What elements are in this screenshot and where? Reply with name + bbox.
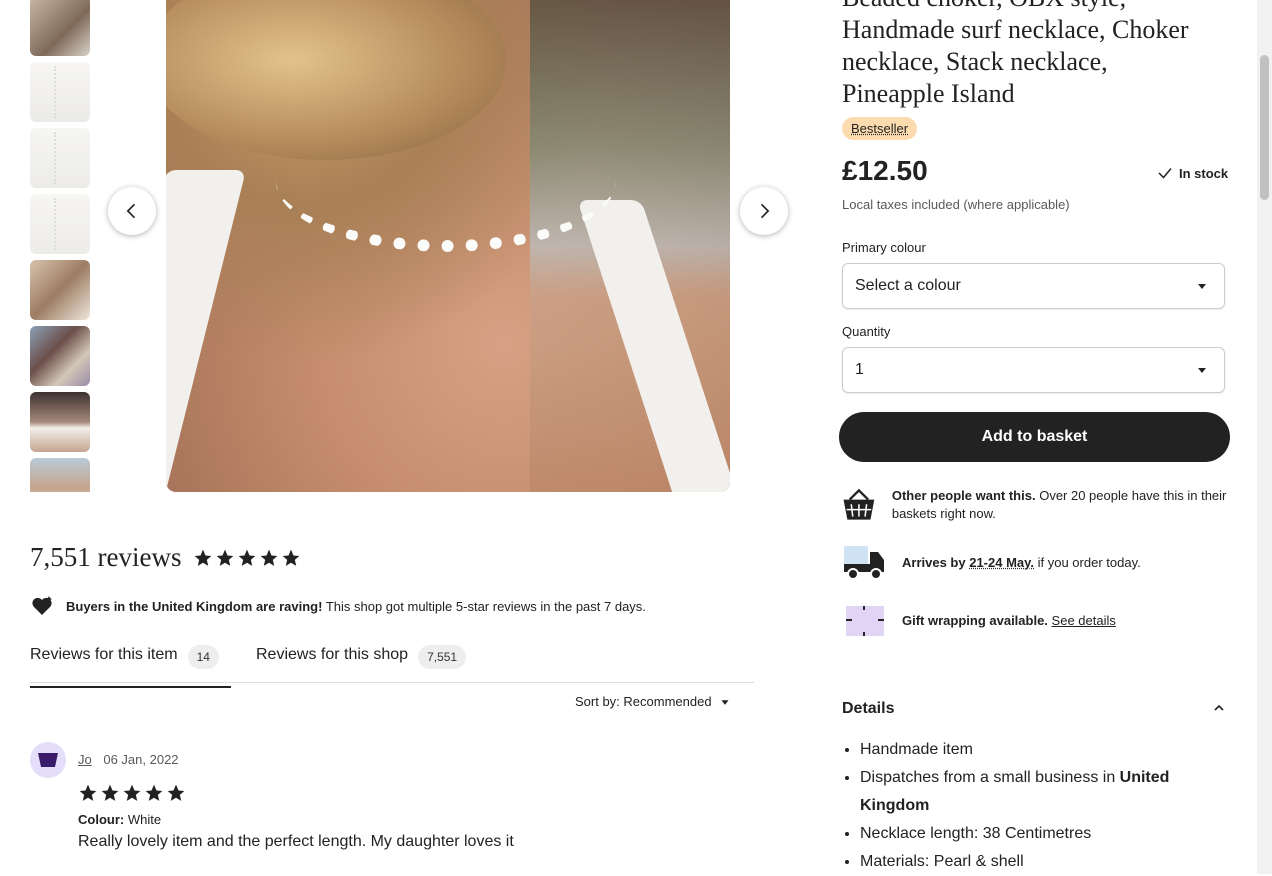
truck-icon <box>844 546 884 580</box>
price: £12.50 <box>842 155 928 186</box>
review-text: Really lovely item and the perfect lengt… <box>78 833 514 850</box>
reviews-count-title: 7,551 reviews <box>30 542 182 572</box>
star-icon <box>195 549 212 566</box>
details-list: Handmade item Dispatches from a small bu… <box>842 736 1240 876</box>
arrives-bold: Arrives by <box>902 555 966 570</box>
thumbnail-1[interactable] <box>30 0 90 56</box>
colour-select[interactable]: Select a colour <box>842 263 1225 309</box>
raving-text: This shop got multiple 5-star reviews in… <box>325 598 646 614</box>
quantity-select-value: 1 <box>855 361 864 378</box>
review-rating-stars <box>78 783 186 803</box>
star-icon <box>101 784 119 801</box>
review-colour-label: Colour: <box>78 812 125 827</box>
colour-label: Primary colour <box>842 240 926 255</box>
chevron-up-icon <box>1214 704 1224 711</box>
gift-info: Gift wrapping available. See details <box>842 604 1232 638</box>
stock-text: In stock <box>1179 165 1229 181</box>
review-colour-value: White <box>127 812 162 827</box>
arrives-text: if you order today. <box>1034 555 1141 570</box>
details-item: Materials: Pearl & shell <box>860 848 1240 876</box>
tab-label: Reviews for this item <box>30 646 178 663</box>
title-line: Handmade surf necklace, Choker <box>842 15 1189 44</box>
thumbnail-8[interactable] <box>30 458 90 492</box>
gift-details-link[interactable]: See details <box>1052 613 1116 628</box>
page-scrollbar[interactable] <box>1257 0 1272 874</box>
star-icon <box>145 784 163 801</box>
quantity-select[interactable]: 1 <box>842 347 1225 393</box>
overall-rating-stars <box>193 548 301 568</box>
details-item-text: Dispatches from a small business in <box>860 769 1120 786</box>
product-main-image <box>166 0 730 492</box>
review-meta: Jo 06 Jan, 2022 <box>78 752 179 767</box>
chevron-left-icon <box>126 203 136 219</box>
quantity-label: Quantity <box>842 324 891 339</box>
avatar[interactable] <box>30 742 66 778</box>
scrollbar-thumb[interactable] <box>1260 55 1269 200</box>
star-icon <box>79 784 97 801</box>
details-item: Dispatches from a small business in Unit… <box>860 764 1240 820</box>
add-to-basket-button[interactable]: Add to basket <box>839 412 1230 462</box>
heart-icon <box>32 596 52 615</box>
chevron-right-icon <box>760 203 770 219</box>
title-line: Pineapple Island <box>842 79 1015 108</box>
details-item: Handmade item <box>860 736 1240 764</box>
thumbnail-4[interactable] <box>30 194 90 254</box>
thumbnail-3[interactable] <box>30 128 90 188</box>
demand-bold: Other people want this. <box>891 488 1036 503</box>
thumbnail-6[interactable] <box>30 326 90 386</box>
basket-icon <box>843 488 875 520</box>
demand-info: Other people want this. Over 20 people h… <box>842 484 1232 526</box>
details-item: Necklace length: 38 Centimetres <box>860 820 1240 848</box>
star-icon <box>217 549 234 566</box>
star-icon <box>239 549 256 566</box>
details-toggle[interactable]: Details <box>842 700 1227 718</box>
bestseller-badge[interactable]: Bestseller <box>842 117 918 140</box>
previous-image-button[interactable] <box>108 187 156 235</box>
review-colour: Colour: White <box>78 812 161 827</box>
details-heading: Details <box>842 700 895 717</box>
star-icon <box>283 549 300 566</box>
caret-down-icon <box>1198 368 1206 373</box>
check-icon <box>1158 168 1172 179</box>
raving-bold-text: Buyers in the United Kingdom are raving! <box>66 598 323 614</box>
thumbnail-2[interactable] <box>30 62 90 122</box>
caret-down-icon <box>721 699 729 705</box>
sort-label: Sort by: Recommended <box>575 694 712 709</box>
tab-reviews-shop[interactable]: Reviews for this shop 7,551 <box>256 640 467 686</box>
thumbnail-7[interactable] <box>30 392 90 452</box>
sort-dropdown[interactable]: Sort by: Recommended <box>575 694 732 709</box>
caret-down-icon <box>1198 284 1206 289</box>
star-icon <box>123 784 141 801</box>
product-title: Beaded choker, OBX style, Handmade surf … <box>842 0 1232 110</box>
delivery-info: Arrives by 21-24 May. if you order today… <box>842 544 1232 582</box>
avatar-shape-icon <box>38 753 58 767</box>
thumbnail-5[interactable] <box>30 260 90 320</box>
tab-reviews-item[interactable]: Reviews for this item 14 <box>30 640 231 688</box>
thumbnail-strip <box>30 0 90 492</box>
taxes-note: Local taxes included (where applicable) <box>842 197 1070 212</box>
review-tabs: Reviews for this item 14 Reviews for thi… <box>30 640 754 688</box>
gift-icon <box>846 606 884 636</box>
title-line: necklace, Stack necklace, <box>842 47 1108 76</box>
colour-select-value: Select a colour <box>855 277 961 294</box>
reviews-header: 7,551 reviews <box>30 542 301 573</box>
next-image-button[interactable] <box>740 187 788 235</box>
raving-banner: Buyers in the United Kingdom are raving!… <box>30 594 646 618</box>
tab-label: Reviews for this shop <box>256 646 409 663</box>
gift-bold: Gift wrapping available. <box>902 613 1048 628</box>
stock-status: In stock <box>1156 164 1228 182</box>
review-date: 06 Jan, 2022 <box>103 752 179 767</box>
star-icon <box>167 784 185 801</box>
star-icon <box>261 549 278 566</box>
tab-count: 7,551 <box>418 645 467 669</box>
arrives-date[interactable]: 21-24 May. <box>969 555 1034 570</box>
title-line: Beaded choker, OBX style, <box>842 0 1232 14</box>
review-author-link[interactable]: Jo <box>78 752 92 767</box>
tab-count: 14 <box>187 645 219 669</box>
